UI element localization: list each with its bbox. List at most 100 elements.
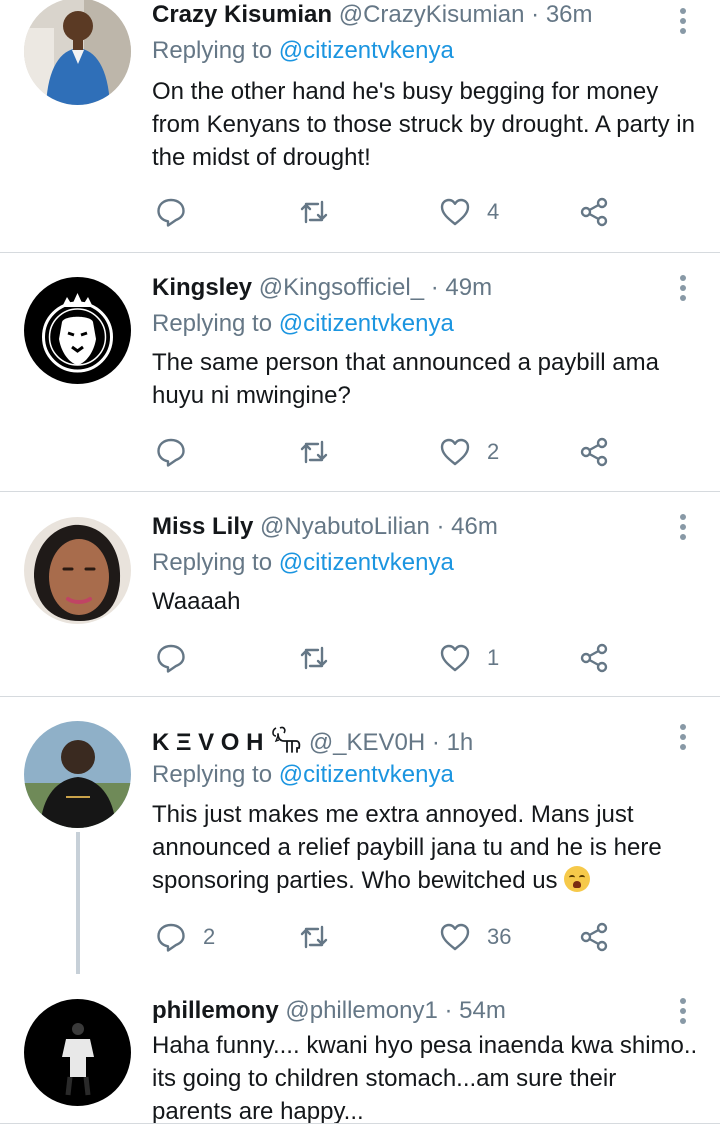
tweet-card[interactable]: phillemony @phillemony1 · 54m Haha funny… [0,972,720,1127]
share-icon [580,643,608,673]
tweet-text: On the other hand he's busy begging for … [152,78,695,171]
like-button[interactable]: 2 [439,435,499,469]
more-vertical-icon[interactable] [680,514,688,544]
replying-to-label: Replying to [152,310,279,337]
avatar[interactable] [24,0,131,105]
avatar[interactable] [24,277,131,384]
avatar-image [24,0,131,105]
tweet-header: Crazy Kisumian @CrazyKisumian · 36m [152,0,660,30]
display-name[interactable]: Miss Lily [152,513,253,540]
tweet-time: · 1h [431,729,474,756]
avatar-image [24,721,131,828]
like-button[interactable]: 1 [439,641,499,675]
reply-button[interactable] [155,435,203,469]
tweet-divider [0,1123,720,1124]
tweet-header: K Ξ V O H @_KEV0H · 1h [152,724,660,758]
display-name[interactable]: Kingsley [152,274,252,301]
display-name[interactable]: K Ξ V O H [152,729,263,756]
retweet-button[interactable] [298,920,346,954]
like-count: 36 [487,924,512,949]
goat-emoji-icon [272,726,301,753]
heart-icon [440,198,470,226]
retweet-button[interactable] [298,641,346,675]
tweet-time: · 49m [430,274,493,301]
replying-to-line: Replying to @citizentvkenya [152,36,454,66]
tweet-actions: 4 [155,195,625,229]
retweet-icon [300,646,328,670]
retweet-button[interactable] [298,435,346,469]
tweet-text: The same person that announced a paybill… [152,349,659,409]
user-handle[interactable]: @phillemony1 [285,997,437,1024]
tweet-card[interactable]: Kingsley @Kingsofficiel_ · 49m Replying … [0,253,720,491]
reply-icon [157,198,185,227]
share-button[interactable] [578,195,610,229]
reply-button[interactable] [155,641,203,675]
more-vertical-icon[interactable] [680,724,688,754]
like-button[interactable]: 36 [439,920,511,954]
avatar-image [24,517,131,624]
crying-face-icon [564,866,591,892]
avatar[interactable] [24,721,131,828]
replying-to-label: Replying to [152,761,279,788]
reply-icon [157,644,185,673]
replying-to-mention[interactable]: @citizentvkenya [279,310,454,337]
user-handle[interactable]: @CrazyKisumian [339,1,525,28]
tweet-time: · 46m [436,513,498,540]
heart-icon [440,438,470,466]
like-count: 2 [487,439,500,464]
share-icon [580,197,608,227]
replying-to-label: Replying to [152,37,279,64]
reply-icon [157,438,185,467]
share-button[interactable] [578,641,610,675]
reply-button[interactable]: 2 [155,920,215,954]
retweet-icon [300,200,328,224]
display-name[interactable]: Crazy Kisumian [152,1,332,28]
tweet-actions: 2 36 [155,920,625,954]
tweet-card[interactable]: Crazy Kisumian @CrazyKisumian · 36m Repl… [0,0,720,252]
user-handle[interactable]: @Kingsofficiel_ [259,274,424,301]
heart-icon [440,923,470,951]
tweet-text: This just makes me extra annoyed. Mans j… [152,798,698,897]
tweet-time: · 54m [444,997,506,1024]
replying-to-mention[interactable]: @citizentvkenya [279,761,454,788]
replying-to-line: Replying to @citizentvkenya [152,760,454,790]
tweet-actions: 2 [155,435,625,469]
tweet-card[interactable]: K Ξ V O H @_KEV0H · 1h Replying to @citi… [0,697,720,972]
reply-button[interactable] [155,195,203,229]
replying-to-mention[interactable]: @citizentvkenya [279,37,454,64]
share-icon [580,437,608,467]
retweet-icon [300,925,328,949]
like-button[interactable]: 4 [439,195,499,229]
replying-to-label: Replying to [152,549,279,576]
tweet-header: phillemony @phillemony1 · 54m [152,996,660,1026]
tweet-text: Haha funny.... kwani hyo pesa inaenda kw… [152,1032,698,1125]
tweet-time: · 36m [531,1,593,28]
like-count: 4 [487,199,500,224]
avatar[interactable] [24,999,131,1106]
avatar-image [24,999,131,1106]
tweet-actions: 1 [155,641,625,675]
replying-to-line: Replying to @citizentvkenya [152,309,454,339]
retweet-icon [300,440,328,464]
more-vertical-icon[interactable] [680,998,688,1028]
replying-to-line: Replying to @citizentvkenya [152,548,454,578]
user-handle[interactable]: @_KEV0H [309,729,425,756]
user-handle[interactable]: @NyabutoLilian [260,513,430,540]
reply-icon [157,923,185,952]
more-vertical-icon[interactable] [680,8,688,38]
share-icon [580,922,608,952]
avatar[interactable] [24,517,131,624]
reply-count: 2 [203,924,216,949]
replying-to-mention[interactable]: @citizentvkenya [279,549,454,576]
more-vertical-icon[interactable] [680,275,688,305]
tweet-text: Waaaah [152,588,241,615]
tweet-header: Miss Lily @NyabutoLilian · 46m [152,512,660,542]
share-button[interactable] [578,920,610,954]
share-button[interactable] [578,435,610,469]
avatar-image [24,277,131,384]
like-count: 1 [487,645,500,670]
tweet-card[interactable]: Miss Lily @NyabutoLilian · 46m Replying … [0,492,720,696]
retweet-button[interactable] [298,195,346,229]
tweet-header: Kingsley @Kingsofficiel_ · 49m [152,273,660,303]
display-name[interactable]: phillemony [152,997,279,1024]
